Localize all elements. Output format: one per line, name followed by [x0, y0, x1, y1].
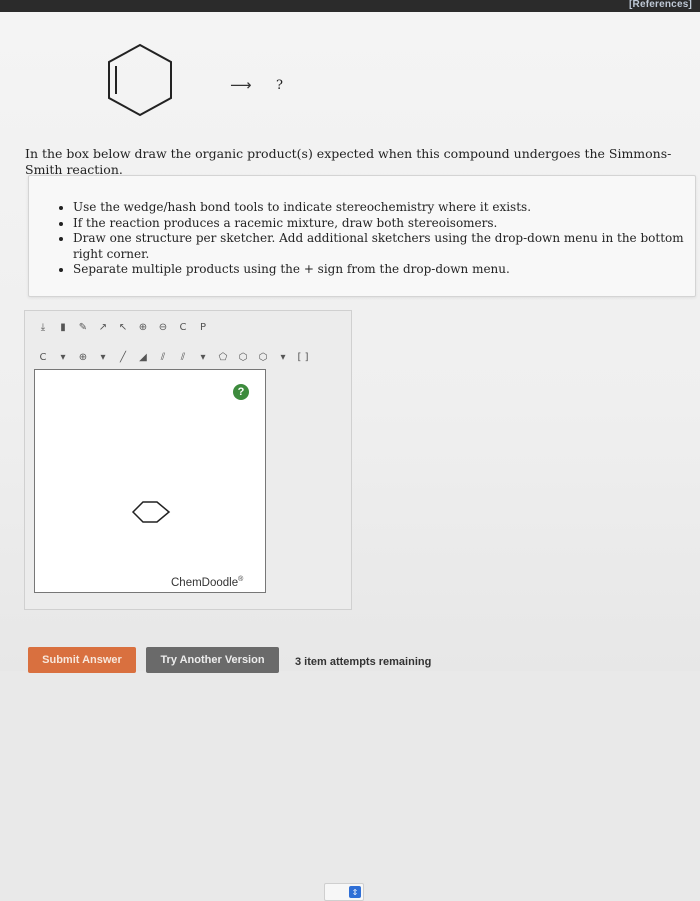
instruction-item: Use the wedge/hash bond tools to indicat…	[73, 200, 695, 216]
erase-icon[interactable]: ▮	[55, 319, 71, 335]
lasso-icon[interactable]: ↗	[95, 319, 111, 335]
ring-benzene-icon[interactable]: ⬡	[255, 349, 271, 365]
reaction-arrow: ⟶	[230, 76, 252, 94]
single-bond-icon[interactable]: ╱	[115, 349, 131, 365]
copy-icon[interactable]: C	[175, 319, 191, 335]
attempts-remaining: 3 item attempts remaining	[295, 656, 432, 668]
wedge-bond-icon[interactable]: ◢	[135, 349, 151, 365]
ring-cyclohexane-icon[interactable]: ⬡	[235, 349, 251, 365]
try-another-version-button[interactable]: Try Another Version	[146, 647, 279, 673]
question-page: ⟶ ? In the box below draw the organic pr…	[0, 12, 700, 901]
question-text: In the box below draw the organic produc…	[25, 146, 672, 177]
atom-dropdown-icon[interactable]: ▾	[55, 349, 71, 365]
dropdown-arrows-icon[interactable]: ⇕	[349, 886, 361, 898]
bracket-icon[interactable]: [ ]	[295, 349, 311, 365]
instructions-list: Use the wedge/hash bond tools to indicat…	[29, 176, 695, 278]
bond-dropdown-icon[interactable]: ▾	[195, 349, 211, 365]
instruction-item: If the reaction produces a racemic mixtu…	[73, 216, 695, 232]
add-sketcher-dropdown[interactable]: ⇕	[324, 883, 364, 901]
charge-icon[interactable]: ⊕	[75, 349, 91, 365]
reaction-scheme: ⟶ ?	[100, 40, 330, 150]
instructions-box: Use the wedge/hash bond tools to indicat…	[28, 175, 696, 297]
paste-icon[interactable]: P	[195, 319, 211, 335]
submit-answer-button[interactable]: Submit Answer	[28, 647, 136, 673]
sketcher-toolbar-bottom: C ▾ ⊕ ▾ ╱ ◢ ⫽ ⫽ ▾ ⬠ ⬡ ⬡ ▾[ ]	[25, 345, 361, 369]
ring-dropdown-icon[interactable]: ▾	[275, 349, 291, 365]
chemdoodle-brand: ChemDoodle®	[171, 576, 244, 589]
chemdoodle-sketcher: ⤓ ▮ ✎ ↗ ↖ ⊕ ⊖ C P C ▾ ⊕ ▾ ╱ ◢ ⫽ ⫽ ▾ ⬠ ⬡ ⬡ ▾[ ] ? ChemDoodle®…	[24, 310, 364, 901]
zoom-in-icon[interactable]: ⊕	[135, 319, 151, 335]
instruction-item: Separate multiple products using the + s…	[73, 262, 695, 278]
cyclohexene-structure	[108, 43, 172, 117]
ring-cyclopentane-icon[interactable]: ⬠	[215, 349, 231, 365]
zoom-out-icon[interactable]: ⊖	[155, 319, 171, 335]
sketcher-canvas[interactable]: ? ChemDoodle®	[34, 369, 266, 593]
drawn-structure[interactable]	[127, 494, 177, 534]
double-bond-icon[interactable]: ⫽	[175, 349, 191, 365]
carbon-atom-icon[interactable]: C	[35, 349, 51, 365]
select-icon[interactable]: ↖	[115, 319, 131, 335]
hash-bond-icon[interactable]: ⫽	[155, 349, 171, 365]
instruction-item: Draw one structure per sketcher. Add add…	[73, 231, 695, 262]
references-link[interactable]: [References]	[629, 0, 692, 10]
top-bar: [References]	[0, 0, 700, 12]
pencil-icon[interactable]: ✎	[75, 319, 91, 335]
sketcher-toolbar-top: ⤓ ▮ ✎ ↗ ↖ ⊕ ⊖ C P	[25, 315, 361, 339]
charge-dropdown-icon[interactable]: ▾	[95, 349, 111, 365]
clear-icon[interactable]: ⤓	[35, 319, 51, 335]
product-unknown: ?	[276, 78, 283, 93]
help-icon[interactable]: ?	[233, 384, 249, 400]
